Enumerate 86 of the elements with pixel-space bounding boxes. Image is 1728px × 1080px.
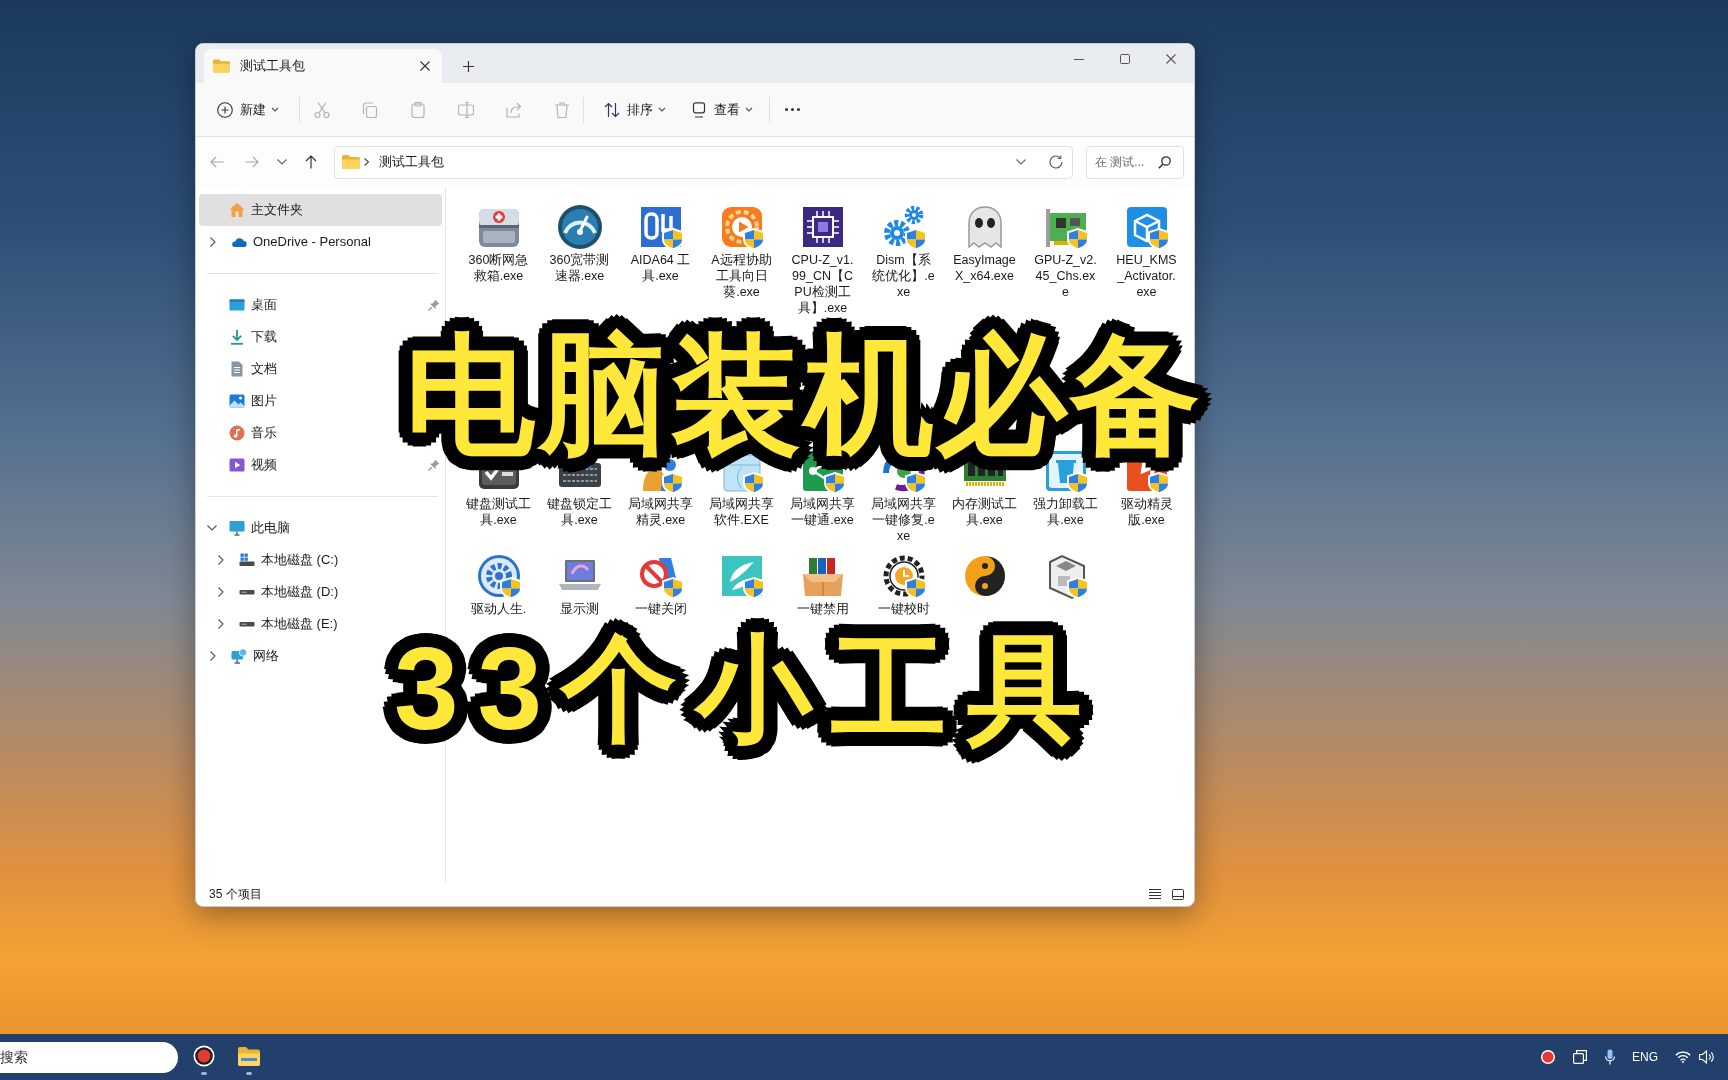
speaker-icon[interactable] bbox=[1699, 1050, 1715, 1064]
file-item[interactable]: EasyImageX_x64.exe bbox=[946, 203, 1023, 284]
overlapping-squares-icon[interactable] bbox=[1573, 1050, 1587, 1064]
breadcrumb[interactable]: 测试工具包 bbox=[379, 152, 444, 172]
plus-icon bbox=[462, 60, 474, 72]
folder-icon bbox=[213, 59, 230, 73]
clipboard-icon bbox=[410, 101, 426, 118]
record-dot-icon[interactable] bbox=[1541, 1050, 1555, 1064]
chevron-down-icon bbox=[277, 159, 287, 165]
pin-icon[interactable] bbox=[428, 299, 440, 311]
sidebar-item[interactable]: 桌面 bbox=[199, 289, 442, 321]
system-drive-icon bbox=[239, 552, 255, 568]
up-arrow-icon bbox=[304, 155, 318, 169]
refresh-icon[interactable] bbox=[1049, 155, 1063, 169]
caret-icon bbox=[658, 107, 666, 112]
chevron-down-icon[interactable] bbox=[1016, 159, 1026, 165]
back-arrow-icon bbox=[210, 155, 224, 169]
wifi-icon[interactable] bbox=[1675, 1051, 1691, 1063]
microphone-icon[interactable] bbox=[1605, 1049, 1615, 1065]
search-field[interactable]: 在 测试... bbox=[1086, 145, 1184, 179]
close-icon bbox=[1166, 54, 1176, 64]
monitor-icon bbox=[692, 101, 706, 118]
file-item[interactable]: 一键校时 bbox=[865, 552, 942, 617]
plus-circle-icon bbox=[217, 101, 233, 118]
scissors-icon bbox=[314, 101, 330, 118]
file-item[interactable]: AIDA64 工具.exe bbox=[622, 203, 699, 284]
chevron-right-icon[interactable] bbox=[364, 158, 369, 166]
sidebar-item[interactable]: 此电脑 bbox=[199, 512, 442, 544]
desktop-icon bbox=[229, 297, 245, 313]
sidebar-item[interactable]: 本地磁盘 (C:) bbox=[199, 544, 442, 576]
text-cursor-box-icon bbox=[458, 101, 474, 118]
file-item[interactable]: 一键关闭 bbox=[622, 552, 699, 617]
chevron-right-icon[interactable] bbox=[218, 619, 224, 629]
music-icon bbox=[229, 425, 245, 441]
search-field[interactable]: 搜索 bbox=[0, 1041, 178, 1073]
more-icon bbox=[784, 108, 800, 111]
language-indicator[interactable]: ENG bbox=[1632, 1048, 1658, 1066]
sidebar-item[interactable]: 视频 bbox=[199, 449, 442, 481]
sidebar-item[interactable]: OneDrive - Personal bbox=[199, 226, 442, 258]
item-count: 35 个项目 bbox=[209, 886, 262, 903]
file-item[interactable]: A远程协助工具向日葵.exe bbox=[703, 203, 780, 300]
share-icon bbox=[506, 101, 522, 118]
chevron-right-icon[interactable] bbox=[218, 555, 224, 565]
address-bar[interactable]: 测试工具包 bbox=[334, 145, 1073, 179]
file-item[interactable]: 一键禁用 bbox=[784, 552, 861, 617]
folder-icon[interactable] bbox=[237, 1045, 261, 1075]
file-item[interactable]: CPU-Z_v1.99_CN【CPU检测工具】.exe bbox=[784, 203, 861, 316]
view-button[interactable]: 查看 bbox=[680, 92, 757, 127]
chevron-right-icon[interactable] bbox=[210, 651, 216, 661]
minimize-icon bbox=[1074, 58, 1084, 60]
tab[interactable]: 测试工具包 bbox=[204, 49, 442, 83]
picture-icon bbox=[229, 393, 245, 409]
video-icon bbox=[229, 457, 245, 473]
copy-icon bbox=[362, 101, 378, 118]
file-item[interactable]: GPU-Z_v2.45_Chs.exe bbox=[1027, 203, 1104, 300]
list-view-icon[interactable] bbox=[1149, 889, 1161, 899]
document-icon bbox=[229, 361, 245, 377]
file-item[interactable]: HEU_KMS_Activator.exe bbox=[1108, 203, 1185, 300]
sidebar-item[interactable]: 主文件夹 bbox=[199, 194, 442, 226]
search-icon bbox=[1158, 155, 1171, 169]
file-item[interactable]: 驱动人生. bbox=[460, 552, 537, 617]
tile-view-icon[interactable] bbox=[1172, 888, 1184, 900]
maximize-icon bbox=[1120, 54, 1130, 64]
new-button[interactable]: 新建 bbox=[208, 92, 283, 127]
file-item[interactable]: Dism【系统优化】.exe bbox=[865, 203, 942, 300]
sidebar-item[interactable]: 本地磁盘 (D:) bbox=[199, 576, 442, 608]
download-icon bbox=[229, 329, 245, 345]
chevron-down-icon[interactable] bbox=[207, 525, 217, 531]
file-item[interactable]: 360断网急救箱.exe bbox=[460, 203, 537, 284]
monitor-icon bbox=[229, 520, 245, 536]
record-icon[interactable] bbox=[193, 1045, 215, 1075]
caret-icon bbox=[271, 107, 279, 112]
folder-icon bbox=[342, 155, 360, 169]
file-item[interactable]: 360宽带测速器.exe bbox=[541, 203, 618, 284]
network-icon bbox=[231, 648, 247, 664]
close-icon[interactable] bbox=[420, 61, 430, 71]
sort-arrows-icon bbox=[604, 101, 620, 118]
caret-icon bbox=[745, 107, 753, 112]
chevron-right-icon[interactable] bbox=[218, 587, 224, 597]
sidebar-item[interactable]: 本地磁盘 (E:) bbox=[199, 608, 442, 640]
trash-icon bbox=[554, 101, 570, 118]
forward-arrow-icon bbox=[245, 155, 259, 169]
home-icon bbox=[229, 202, 245, 218]
file-item[interactable]: 显示测 bbox=[541, 552, 618, 617]
chevron-right-icon[interactable] bbox=[210, 237, 216, 247]
sort-button[interactable]: 排序 bbox=[592, 92, 670, 127]
